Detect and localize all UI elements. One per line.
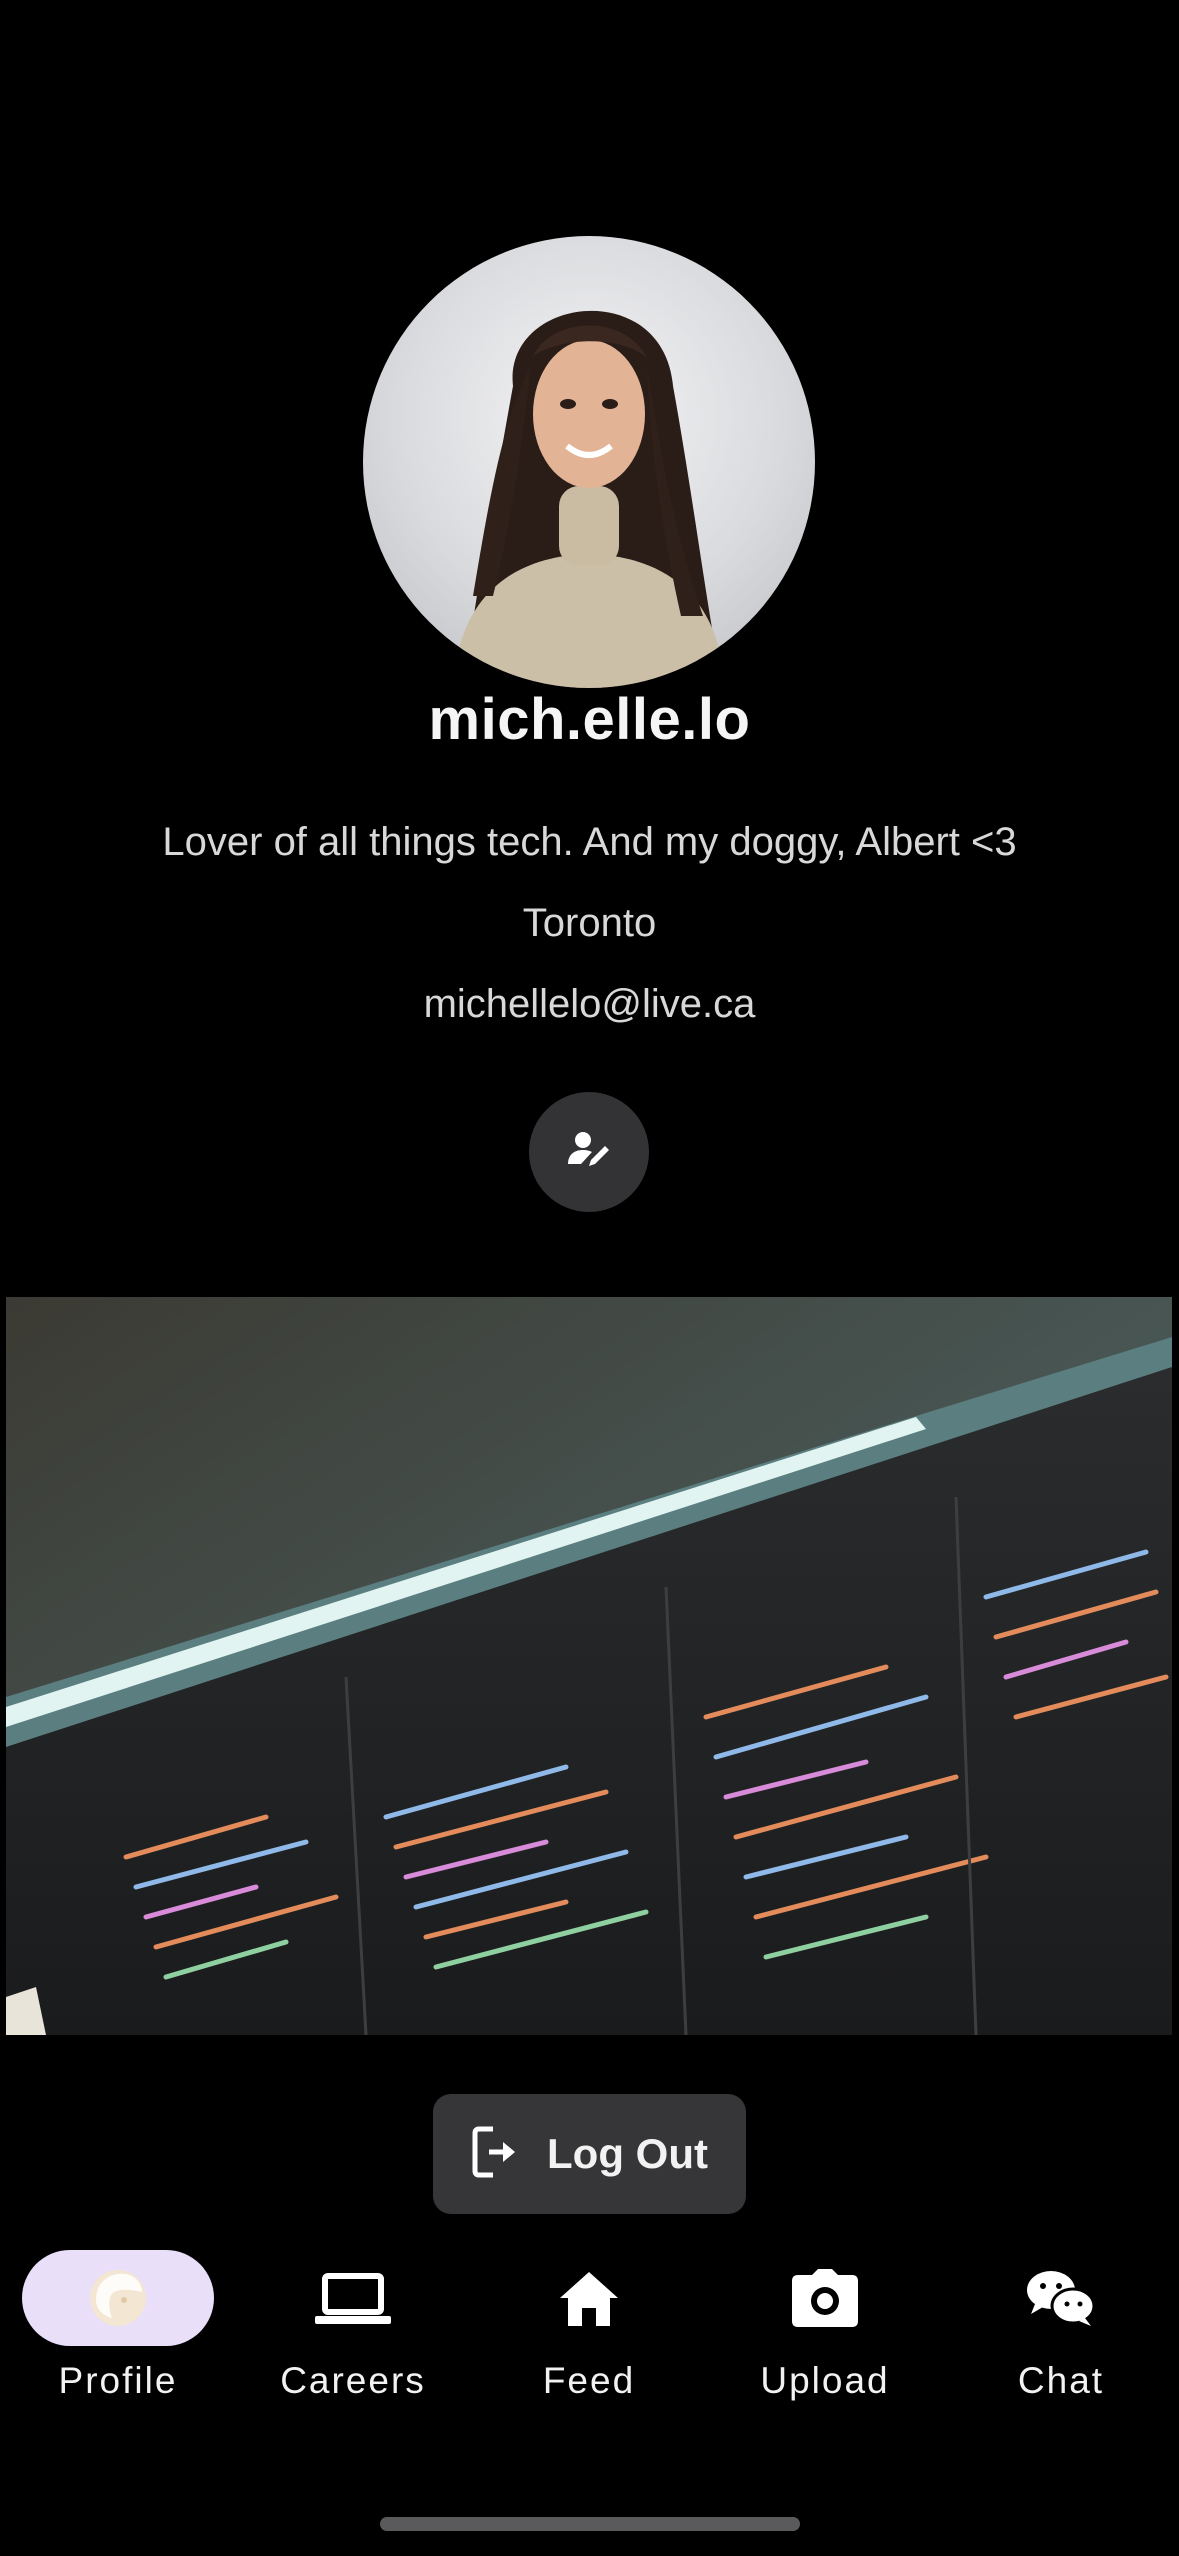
profile-email: michellelo@live.ca — [423, 982, 756, 1026]
tab-label: Careers — [280, 2360, 426, 2401]
profile-location: Toronto — [522, 901, 657, 945]
bottom-tab-bar: Profile Careers Feed Upload Chat — [0, 2240, 1179, 2420]
logout-label: Log Out — [547, 2130, 708, 2177]
profile-bio: Lover of all things tech. And my doggy, … — [162, 820, 1017, 864]
tab-upload[interactable]: Upload — [707, 2240, 943, 2420]
tab-label: Upload — [760, 2360, 890, 2401]
logout-icon — [471, 2125, 521, 2184]
logout-button[interactable]: Log Out — [433, 2094, 746, 2214]
home-indicator — [380, 2517, 800, 2531]
home-icon — [471, 2252, 707, 2344]
tab-label: Feed — [542, 2360, 636, 2401]
wechat-icon — [943, 2252, 1179, 2344]
avatar — [363, 236, 815, 688]
tab-chat[interactable]: Chat — [943, 2240, 1179, 2420]
camera-icon — [707, 2252, 943, 2344]
profile-username: mich.elle.lo — [428, 687, 751, 752]
post-image[interactable] — [6, 1297, 1172, 2035]
profile-icon — [0, 2252, 236, 2344]
tab-label: Profile — [58, 2360, 178, 2401]
tab-profile[interactable]: Profile — [0, 2240, 236, 2420]
edit-profile-button[interactable] — [529, 1092, 649, 1212]
laptop-icon — [235, 2252, 471, 2344]
tab-label: Chat — [1017, 2360, 1105, 2401]
tab-careers[interactable]: Careers — [235, 2240, 471, 2420]
tab-feed[interactable]: Feed — [471, 2240, 707, 2420]
edit-person-icon — [565, 1126, 613, 1179]
